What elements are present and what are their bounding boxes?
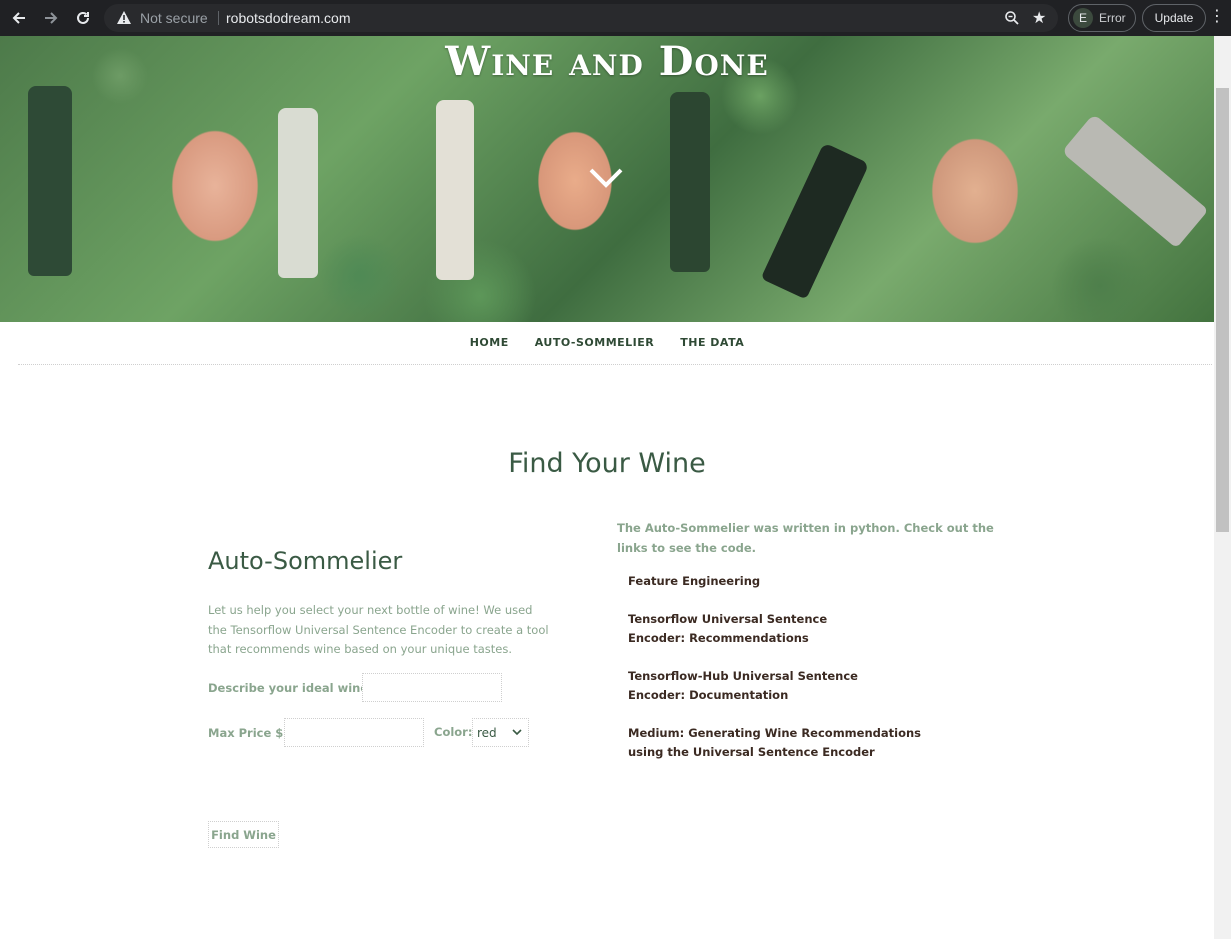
scrollbar-thumb[interactable] xyxy=(1216,88,1229,532)
color-select-value: red xyxy=(477,725,497,740)
nav-home[interactable]: HOME xyxy=(470,336,509,349)
back-arrow-icon[interactable] xyxy=(4,3,34,33)
security-status[interactable]: Not secure xyxy=(140,10,208,26)
link-feature-engineering[interactable]: Feature Engineering xyxy=(628,572,948,591)
address-bar[interactable]: Not secure robotsdodream.com ★ xyxy=(104,4,1058,32)
link-use-recommendations[interactable]: Tensorflow Universal Sentence Encoder: R… xyxy=(628,610,888,648)
nav-divider xyxy=(18,364,1212,365)
wine-bottle-image xyxy=(436,100,474,280)
scrollbar[interactable] xyxy=(1214,36,1231,939)
more-menu-icon[interactable]: ⋮ xyxy=(1209,8,1225,24)
wine-bottle-image xyxy=(28,86,72,276)
color-select[interactable]: red xyxy=(472,718,529,747)
link-medium-article[interactable]: Medium: Generating Wine Recommendations … xyxy=(628,724,958,762)
chevron-down-icon xyxy=(512,729,522,736)
page-title: Find Your Wine xyxy=(508,448,706,479)
browser-toolbar: Not secure robotsdodream.com ★ E Error U… xyxy=(0,0,1231,36)
link-tfhub-documentation[interactable]: Tensorflow-Hub Universal Sentence Encode… xyxy=(628,667,918,705)
zoom-icon[interactable] xyxy=(1004,10,1020,26)
address-separator xyxy=(218,11,219,25)
resources-intro: The Auto-Sommelier was written in python… xyxy=(617,521,994,555)
wine-bottle-image xyxy=(278,108,318,278)
find-wine-button[interactable]: Find Wine xyxy=(208,821,279,848)
describe-wine-input[interactable] xyxy=(362,673,502,702)
reload-icon[interactable] xyxy=(68,3,98,33)
color-label: Color: xyxy=(434,725,473,739)
bookmark-star-icon[interactable]: ★ xyxy=(1032,8,1046,27)
hero-title: Wine and Done xyxy=(445,38,769,85)
url-text[interactable]: robotsdodream.com xyxy=(226,10,351,26)
max-price-input[interactable] xyxy=(284,718,424,747)
intro-text: Let us help you select your next bottle … xyxy=(208,603,549,656)
profile-button[interactable]: E Error xyxy=(1068,4,1136,32)
warning-icon xyxy=(117,11,131,24)
profile-status: Error xyxy=(1099,11,1126,25)
hero-banner: Wine and Done xyxy=(0,36,1214,322)
avatar: E xyxy=(1073,8,1093,28)
price-label: Max Price $: xyxy=(208,726,288,740)
wine-bottle-image xyxy=(670,92,710,272)
describe-label: Describe your ideal wine: xyxy=(208,681,373,695)
forward-arrow-icon[interactable] xyxy=(36,3,66,33)
nav-the-data[interactable]: THE DATA xyxy=(680,336,744,349)
wine-bottle-image xyxy=(760,142,870,300)
scroll-down-chevron-icon[interactable] xyxy=(588,166,624,190)
update-button[interactable]: Update xyxy=(1142,4,1206,32)
wine-bottle-image xyxy=(1061,113,1209,249)
nav-auto-sommelier[interactable]: AUTO-SOMMELIER xyxy=(535,336,655,349)
section-heading: Auto-Sommelier xyxy=(208,547,403,575)
main-navigation: HOME AUTO-SOMMELIER THE DATA xyxy=(0,322,1214,362)
